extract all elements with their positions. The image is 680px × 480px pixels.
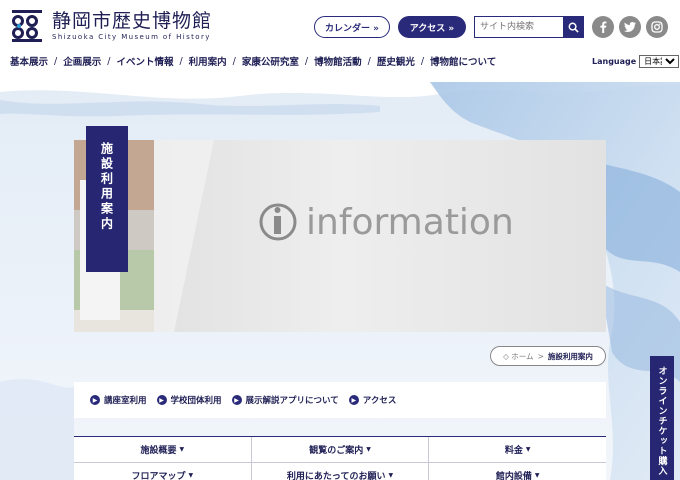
subnav-item-lecture-room[interactable]: ▶ 講座室利用 bbox=[90, 394, 147, 406]
subnav-item-school-groups[interactable]: ▶ 学校団体利用 bbox=[156, 394, 222, 406]
breadcrumb: ◇ ホーム > 施設利用案内 bbox=[490, 346, 606, 366]
nav-separator: / bbox=[54, 55, 58, 67]
breadcrumb-home[interactable]: ◇ ホーム bbox=[503, 351, 533, 362]
site-subtitle: Shizuoka City Museum of History bbox=[52, 33, 211, 41]
arrow-circle-icon: ▶ bbox=[348, 395, 359, 405]
grid-row: フロアマップ ▼ 利用にあたってのお願い ▼ 館内設備 ▼ bbox=[74, 463, 606, 480]
nav-separator: / bbox=[367, 55, 371, 67]
triangle-down-icon: ▼ bbox=[179, 446, 185, 453]
subnav-item-access[interactable]: ▶ アクセス bbox=[348, 394, 397, 406]
grid-cell-fees[interactable]: 料金 ▼ bbox=[429, 437, 606, 462]
instagram-link[interactable] bbox=[646, 16, 668, 38]
grid-cell-label: 施設概要 bbox=[140, 446, 177, 456]
search-button[interactable] bbox=[563, 17, 583, 37]
nav-item-about-museum[interactable]: 博物館について bbox=[430, 54, 496, 68]
nav-separator: / bbox=[107, 55, 111, 67]
grid-cell-facility-overview[interactable]: 施設概要 ▼ bbox=[74, 437, 252, 462]
grid-cell-facilities[interactable]: 館内設備 ▼ bbox=[429, 463, 606, 480]
arrow-circle-icon: ▶ bbox=[156, 395, 167, 405]
nav-item-museum-activities[interactable]: 博物館活動 bbox=[314, 54, 362, 68]
nav-item-events[interactable]: イベント情報 bbox=[116, 54, 173, 68]
nav-item-history-tourism[interactable]: 歴史観光 bbox=[377, 54, 415, 68]
site-logo[interactable]: 静岡市歴史博物館 Shizuoka City Museum of History bbox=[12, 10, 212, 42]
nav-item-basic-exhibition[interactable]: 基本展示 bbox=[10, 54, 48, 68]
grid-cell-floor-map[interactable]: フロアマップ ▼ bbox=[74, 463, 252, 480]
subnav-item-guide-app[interactable]: ▶ 展示解説アプリについて bbox=[231, 394, 339, 406]
grid-cell-label: 館内設備 bbox=[495, 472, 532, 480]
grid-row: 施設概要 ▼ 観覧のご案内 ▼ 料金 ▼ bbox=[74, 437, 606, 463]
museum-logo-icon bbox=[12, 10, 42, 42]
twitter-icon bbox=[624, 22, 636, 32]
language-select[interactable]: 日本語 bbox=[639, 55, 680, 68]
subnav-item-label: 講座室利用 bbox=[104, 396, 147, 406]
triangle-down-icon: ▼ bbox=[188, 472, 194, 479]
grid-cell-label: フロアマップ bbox=[131, 472, 186, 480]
nav-item-ieyasu-research[interactable]: 家康公研究室 bbox=[242, 54, 299, 68]
nav-separator: / bbox=[304, 55, 309, 67]
grid-cell-label: 利用にあたってのお願い bbox=[286, 472, 386, 480]
search-input[interactable] bbox=[475, 17, 563, 37]
subnav-item-label: 展示解説アプリについて bbox=[245, 396, 339, 406]
info-grid-menu: 施設概要 ▼ 観覧のご案内 ▼ 料金 ▼ フロアマップ ▼ 利用にあたってのお願い ▼ 館… bbox=[74, 436, 606, 480]
nav-item-special-exhibition[interactable]: 企画展示 bbox=[63, 54, 101, 68]
subnav-item-label: アクセス bbox=[362, 396, 397, 406]
online-ticket-label: オンラインチケット購入 bbox=[656, 366, 667, 476]
language-label: Language bbox=[592, 57, 637, 66]
nav-separator: / bbox=[232, 55, 236, 67]
search-icon bbox=[568, 22, 579, 33]
grid-cell-usage-requests[interactable]: 利用にあたってのお願い ▼ bbox=[252, 463, 430, 480]
page-title-banner: 施設利用案内 bbox=[86, 126, 128, 272]
facebook-icon bbox=[600, 21, 607, 33]
subnav-item-label: 学校団体利用 bbox=[170, 396, 222, 406]
grid-cell-viewing-guide[interactable]: 観覧のご案内 ▼ bbox=[252, 437, 430, 462]
hero-image: information bbox=[74, 140, 606, 332]
triangle-down-icon: ▼ bbox=[525, 446, 531, 453]
facebook-link[interactable] bbox=[592, 16, 614, 38]
breadcrumb-separator: > bbox=[537, 351, 544, 361]
access-button[interactable]: アクセス » bbox=[398, 16, 466, 38]
online-ticket-button[interactable]: オンラインチケット購入 bbox=[650, 356, 674, 480]
twitter-link[interactable] bbox=[619, 16, 641, 38]
information-sign-text: information bbox=[306, 202, 514, 243]
arrow-circle-icon: ▶ bbox=[90, 395, 100, 405]
nav-item-visitor-guide[interactable]: 利用案内 bbox=[189, 54, 227, 68]
grid-cell-label: 料金 bbox=[504, 446, 523, 456]
language-switcher: Language 日本語 bbox=[592, 55, 680, 68]
nav-separator: / bbox=[420, 55, 425, 67]
site-header: 静岡市歴史博物館 Shizuoka City Museum of History… bbox=[0, 0, 680, 82]
instagram-icon bbox=[651, 21, 663, 33]
calendar-button[interactable]: カレンダー » bbox=[314, 16, 390, 38]
page-title: 施設利用案内 bbox=[99, 142, 114, 232]
triangle-down-icon: ▼ bbox=[366, 446, 371, 453]
main-nav: 基本展示 / 企画展示 / イベント情報 / 利用案内 / 家康公研究室 / 博… bbox=[10, 54, 496, 69]
grid-cell-label: 観覧のご案内 bbox=[309, 446, 364, 456]
nav-separator: / bbox=[179, 55, 183, 67]
page-subnav: ▶ 講座室利用 ▶ 学校団体利用 ▶ 展示解説アプリについて ▶ アクセス bbox=[74, 382, 606, 418]
triangle-down-icon: ▼ bbox=[534, 472, 540, 479]
site-title: 静岡市歴史博物館 bbox=[52, 10, 213, 32]
breadcrumb-current: 施設利用案内 bbox=[547, 351, 593, 361]
search-form bbox=[474, 16, 584, 38]
triangle-down-icon: ▼ bbox=[388, 472, 394, 479]
arrow-circle-icon: ▶ bbox=[231, 395, 242, 405]
